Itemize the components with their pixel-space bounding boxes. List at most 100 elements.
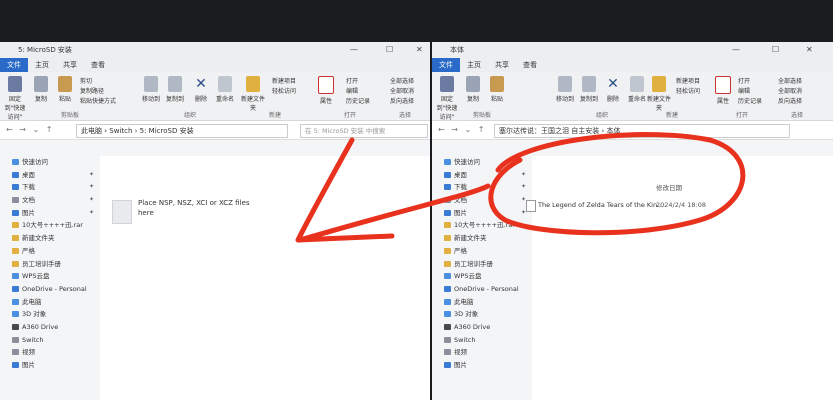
history-button[interactable]: 历史记录 xyxy=(738,96,762,105)
move-to-button[interactable]: 移动到 xyxy=(138,76,164,103)
sidebar-item[interactable]: Switch xyxy=(432,334,532,347)
properties-icon xyxy=(318,76,334,94)
select-all-button[interactable]: 全部选择 xyxy=(390,76,414,85)
properties-button[interactable]: 属性 xyxy=(313,76,339,105)
paste-shortcut-button[interactable]: 粘贴快捷方式 xyxy=(80,96,116,105)
maximize-icon[interactable]: ☐ xyxy=(772,45,779,54)
sidebar-item[interactable]: 10大号++++迅.rar xyxy=(432,219,532,232)
sidebar-item[interactable]: 视频 xyxy=(432,346,532,359)
paste-button[interactable]: 粘贴 xyxy=(52,76,78,103)
sidebar-item[interactable]: 下载 ✦ xyxy=(432,181,532,194)
cut-button[interactable]: 剪切 xyxy=(80,76,92,85)
sidebar-item[interactable]: Switch xyxy=(0,334,100,347)
paste-button[interactable]: 粘贴 xyxy=(484,76,510,103)
invert-selection-button[interactable]: 反向选择 xyxy=(390,96,414,105)
sidebar-item[interactable]: 员工培训手册 xyxy=(432,258,532,271)
sidebar-item[interactable]: 严格 xyxy=(0,245,100,258)
tab-share[interactable]: 共享 xyxy=(488,60,516,70)
copy-path-button[interactable]: 复制路径 xyxy=(80,86,104,95)
tab-file[interactable]: 文件 xyxy=(432,58,460,72)
easy-access-button[interactable]: 轻松访问 xyxy=(272,86,296,95)
pin-button[interactable]: 固定到"快速访问" xyxy=(2,76,28,121)
pin-icon[interactable]: ✦ xyxy=(89,194,94,207)
sidebar-item[interactable]: 此电脑 xyxy=(0,296,100,309)
sidebar-item[interactable]: 3D 对象 xyxy=(0,308,100,321)
close-icon[interactable]: ✕ xyxy=(806,45,813,54)
sidebar-item[interactable]: 员工培训手册 xyxy=(0,258,100,271)
sidebar-item[interactable]: 图片 ✦ xyxy=(0,207,100,220)
move-to-button[interactable]: 移动到 xyxy=(552,76,578,103)
pin-icon[interactable]: ✦ xyxy=(521,181,526,194)
copy-button[interactable]: 复制 xyxy=(460,76,486,103)
sidebar-item[interactable]: 图片 ✦ xyxy=(432,207,532,220)
pin-button[interactable]: 固定到"快速访问" xyxy=(434,76,460,121)
sidebar-item[interactable]: 快速访问 xyxy=(432,156,532,169)
close-icon[interactable]: ✕ xyxy=(416,45,423,54)
sidebar-item[interactable]: A360 Drive xyxy=(432,321,532,334)
tab-share[interactable]: 共享 xyxy=(56,60,84,70)
tab-view[interactable]: 查看 xyxy=(84,60,112,70)
sidebar-item[interactable]: 严格 xyxy=(432,245,532,258)
invert-selection-button[interactable]: 反向选择 xyxy=(778,96,802,105)
easy-access-button[interactable]: 轻松访问 xyxy=(676,86,700,95)
sidebar-item[interactable]: 快速访问 xyxy=(0,156,100,169)
maximize-icon[interactable]: ☐ xyxy=(386,45,393,54)
tab-home[interactable]: 主页 xyxy=(28,60,56,70)
sidebar-item[interactable]: 3D 对象 xyxy=(432,308,532,321)
sidebar-item[interactable]: 图片 xyxy=(0,359,100,372)
sidebar-item[interactable]: 新建文件夹 xyxy=(0,232,100,245)
file-row[interactable]: The Legend of Zelda Tears of the Kin... … xyxy=(526,198,833,212)
sidebar-item[interactable]: 视频 xyxy=(0,346,100,359)
tab-home[interactable]: 主页 xyxy=(460,60,488,70)
sidebar-item[interactable]: WPS云盘 xyxy=(0,270,100,283)
delete-button[interactable]: ✕ 删除 xyxy=(188,76,214,103)
new-item-button[interactable]: 新建项目 xyxy=(272,76,296,85)
nav-arrows-icon[interactable]: ← → ⌄ ↑ xyxy=(432,121,492,138)
delete-button[interactable]: ✕ 删除 xyxy=(600,76,626,103)
breadcrumb[interactable]: 此电脑 › Switch › 5: MicroSD 安装 xyxy=(76,124,288,138)
open-button[interactable]: 打开 xyxy=(346,76,358,85)
copy-to-button[interactable]: 复制到 xyxy=(162,76,188,103)
properties-button[interactable]: 属性 xyxy=(710,76,736,105)
pin-icon[interactable]: ✦ xyxy=(89,169,94,182)
sidebar-item[interactable]: 此电脑 xyxy=(432,296,532,309)
sidebar-item[interactable]: WPS云盘 xyxy=(432,270,532,283)
pin-icon[interactable]: ✦ xyxy=(89,207,94,220)
search-input[interactable]: 在 5: MicroSD 安装 中搜索 xyxy=(300,124,428,138)
history-button[interactable]: 历史记录 xyxy=(346,96,370,105)
column-header-date[interactable]: 修改日期 xyxy=(656,182,682,192)
pin-icon[interactable]: ✦ xyxy=(521,169,526,182)
new-item-button[interactable]: 新建项目 xyxy=(676,76,700,85)
sidebar-item[interactable]: 桌面 ✦ xyxy=(432,169,532,182)
breadcrumb[interactable]: 塞尔达传说：王国之泪 自主安装 › 本体 xyxy=(494,124,790,138)
sidebar-item[interactable]: 文档 ✦ xyxy=(432,194,532,207)
sidebar-item[interactable]: 下载 ✦ xyxy=(0,181,100,194)
edit-button[interactable]: 编辑 xyxy=(346,86,358,95)
select-all-button[interactable]: 全部选择 xyxy=(778,76,802,85)
open-button[interactable]: 打开 xyxy=(738,76,750,85)
copy-button[interactable]: 复制 xyxy=(28,76,54,103)
tab-file[interactable]: 文件 xyxy=(0,58,28,72)
nav-arrows-icon[interactable]: ← → ⌄ ↑ xyxy=(0,121,60,138)
select-none-button[interactable]: 全部取消 xyxy=(390,86,414,95)
ribbon: 固定到"快速访问" 复制 粘贴 移动到 复制到 ✕ 删除 重命名 新建文件夹 新建… xyxy=(432,72,833,121)
sidebar-item[interactable]: 图片 xyxy=(432,359,532,372)
pin-icon[interactable]: ✦ xyxy=(89,181,94,194)
copy-to-button[interactable]: 复制到 xyxy=(576,76,602,103)
rename-button[interactable]: 重命名 xyxy=(212,76,238,103)
new-folder-button[interactable]: 新建文件夹 xyxy=(240,76,266,112)
minimize-icon[interactable]: — xyxy=(350,45,358,54)
new-folder-button[interactable]: 新建文件夹 xyxy=(646,76,672,112)
sidebar-item[interactable]: OneDrive - Personal xyxy=(432,283,532,296)
minimize-icon[interactable]: — xyxy=(732,45,740,54)
sidebar-item[interactable]: 10大号++++迅.rar xyxy=(0,219,100,232)
edit-button[interactable]: 编辑 xyxy=(738,86,750,95)
sidebar-item[interactable]: 文档 ✦ xyxy=(0,194,100,207)
sidebar-item[interactable]: A360 Drive xyxy=(0,321,100,334)
tab-view[interactable]: 查看 xyxy=(516,60,544,70)
file-item[interactable]: Place NSP, NSZ, XCI or XCZ files here xyxy=(138,198,258,218)
select-none-button[interactable]: 全部取消 xyxy=(778,86,802,95)
sidebar-item[interactable]: OneDrive - Personal xyxy=(0,283,100,296)
sidebar-item[interactable]: 桌面 ✦ xyxy=(0,169,100,182)
sidebar-item[interactable]: 新建文件夹 xyxy=(432,232,532,245)
